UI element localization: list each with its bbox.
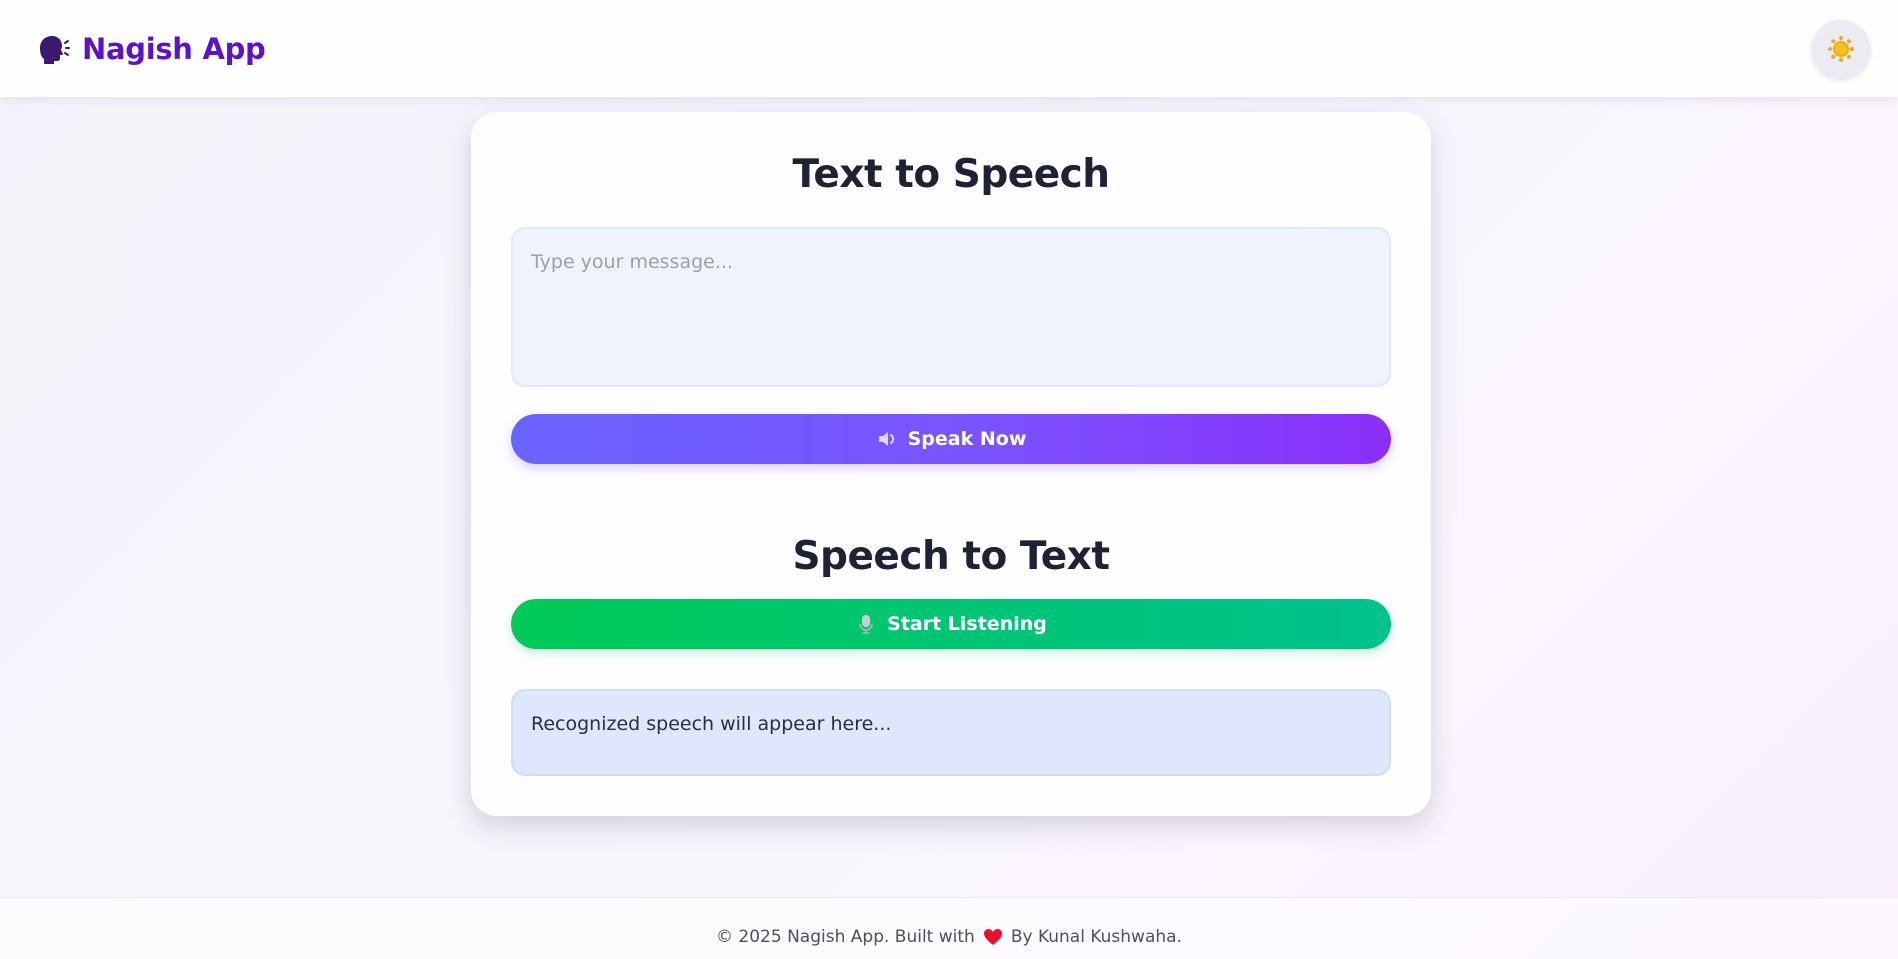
footer-text-after: By Kunal Kushwaha. xyxy=(1010,926,1182,947)
footer: © 2025 Nagish App. Built with By Kunal K… xyxy=(0,897,1898,959)
speech-card: Text to Speech Speak Now Speech to Text … xyxy=(471,112,1431,816)
footer-text-before: © 2025 Nagish App. Built with xyxy=(716,926,975,947)
speak-now-label: Speak Now xyxy=(907,428,1027,450)
theme-toggle-button[interactable] xyxy=(1812,19,1870,78)
speak-now-button[interactable]: Speak Now xyxy=(511,414,1391,464)
message-input[interactable] xyxy=(511,227,1391,387)
brand[interactable]: Nagish App xyxy=(34,31,266,67)
sun-icon xyxy=(1828,35,1854,62)
microphone-icon xyxy=(859,615,873,634)
recognized-speech-output: Recognized speech will appear here... xyxy=(511,689,1391,776)
top-navbar: Nagish App xyxy=(0,0,1898,97)
start-listening-label: Start Listening xyxy=(887,613,1047,635)
start-listening-button[interactable]: Start Listening xyxy=(511,599,1391,649)
speaker-icon xyxy=(878,432,894,446)
heart-icon xyxy=(983,928,1002,945)
tts-section-title: Text to Speech xyxy=(792,152,1110,197)
stt-section-title: Speech to Text xyxy=(792,534,1110,579)
app-title: Nagish App xyxy=(82,31,266,66)
speaking-head-icon xyxy=(40,35,70,64)
